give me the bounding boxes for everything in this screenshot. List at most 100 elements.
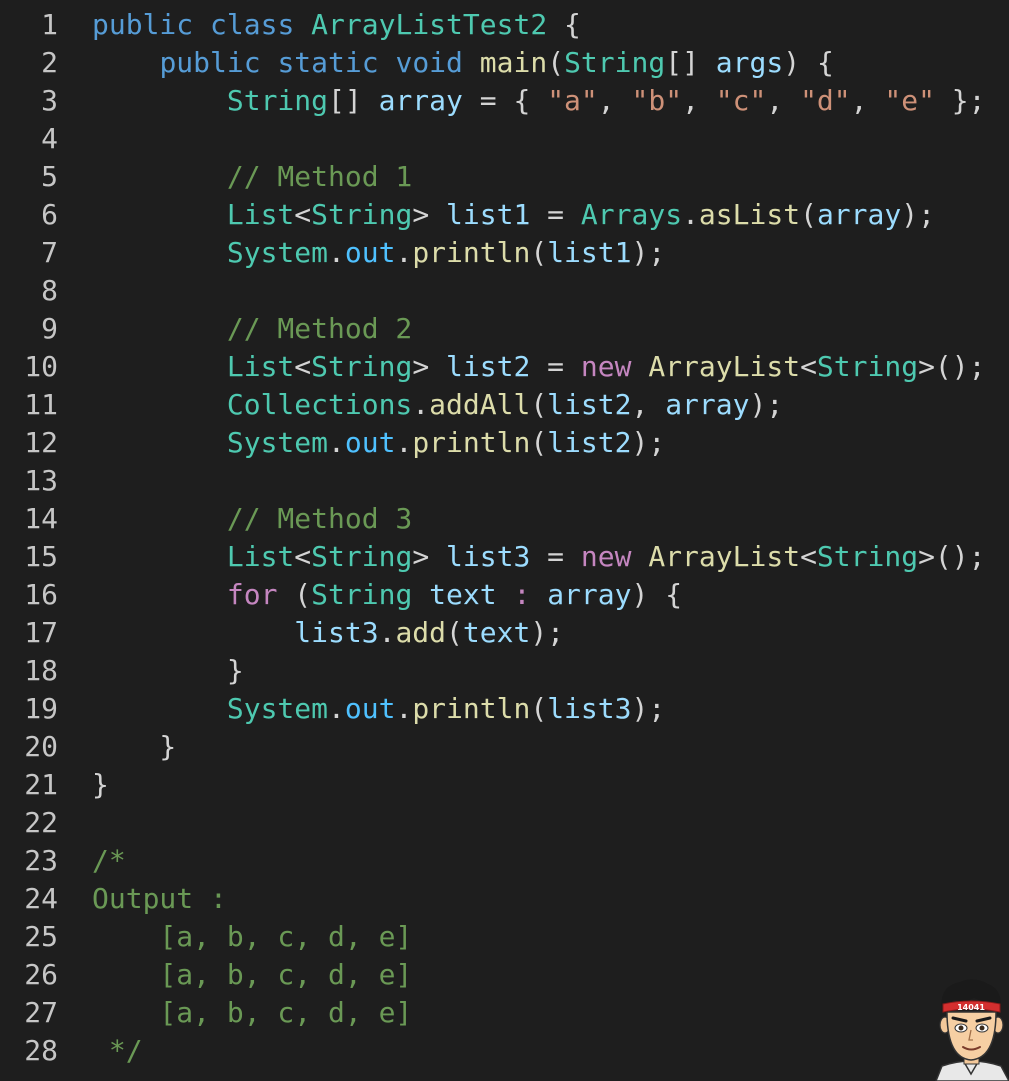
code-token: String <box>311 198 413 231</box>
line-number: 21 <box>24 768 58 801</box>
code-token: out <box>344 692 396 725</box>
code-token: ( <box>277 578 312 611</box>
line-text: System.out.println(list3); <box>92 690 665 728</box>
code-token: out <box>344 426 396 459</box>
code-token: < <box>800 350 817 383</box>
line-text: Collections.addAll(list2, array); <box>92 386 783 424</box>
code-token: System <box>226 426 329 459</box>
code-token: void <box>395 46 463 79</box>
line-text: */ <box>92 1032 143 1070</box>
code-token: ) { <box>631 578 683 611</box>
code-token: // Method 2 <box>226 312 413 345</box>
code-token: asList <box>698 198 801 231</box>
code-token: public <box>92 8 194 41</box>
code-token: // Method 3 <box>226 502 413 535</box>
code-token: list1 <box>547 236 632 269</box>
code-token: { <box>547 8 581 41</box>
line-number: 25 <box>24 920 58 953</box>
code-editor[interactable]: 1 public class ArrayListTest2 {2 public s… <box>0 0 1009 1081</box>
line-number: 3 <box>41 84 58 117</box>
code-token: } <box>92 654 244 687</box>
code-token: >(); <box>918 350 986 383</box>
code-token: . <box>328 426 345 459</box>
code-token: */ <box>92 1034 143 1067</box>
code-token: , <box>682 84 716 117</box>
code-token: String <box>816 350 919 383</box>
line-number: 13 <box>24 464 58 497</box>
code-token: ); <box>631 426 666 459</box>
line-number: 8 <box>41 274 58 307</box>
code-token: args <box>715 46 784 79</box>
code-token: ( <box>547 46 565 79</box>
line-number: 28 <box>24 1034 58 1067</box>
code-token: List <box>226 540 295 573</box>
code-token: >(); <box>918 540 986 573</box>
code-token: String <box>226 84 329 117</box>
code-token: > <box>412 198 447 231</box>
code-token: new <box>580 350 632 383</box>
line-text: [a, b, c, d, e] <box>92 994 412 1032</box>
line-number: 18 <box>24 654 58 687</box>
code-token: } <box>92 768 109 801</box>
code-token: public <box>159 46 261 79</box>
code-token: ArrayList <box>648 540 801 573</box>
line-text: System.out.println(list2); <box>92 424 665 462</box>
line-text: } <box>92 728 176 766</box>
code-token: addAll <box>429 388 531 421</box>
line-text: List<String> list1 = Arrays.asList(array… <box>92 196 935 234</box>
code-token: : <box>513 578 531 611</box>
code-token: array <box>378 84 463 117</box>
code-token: static <box>277 46 379 79</box>
code-token: ); <box>631 692 666 725</box>
line-text: String[] array = { "a", "b", "c", "d", "… <box>92 82 986 120</box>
code-token: ) { <box>783 46 834 79</box>
line-number: 27 <box>24 996 58 1029</box>
line-number: 17 <box>24 616 58 649</box>
code-token: list2 <box>547 426 632 459</box>
line-number: 16 <box>24 578 58 611</box>
line-text: /* <box>92 842 126 880</box>
line-text: List<String> list2 = new ArrayList<Strin… <box>92 348 986 386</box>
code-token: list2 <box>547 388 632 421</box>
code-token: List <box>226 198 295 231</box>
line-number: 5 <box>41 160 58 193</box>
code-token: ( <box>530 236 548 269</box>
code-token: , <box>597 84 632 117</box>
code-token: [a, b, c, d, e] <box>92 920 413 953</box>
code-token: System <box>226 236 329 269</box>
code-token: String <box>311 578 413 611</box>
avatar-badge-text: 14041 <box>957 1003 985 1012</box>
line-number: 24 <box>24 882 58 915</box>
code-token: [] <box>328 84 379 117</box>
code-token: < <box>294 198 312 231</box>
code-token: /* <box>92 844 126 877</box>
code-token: for <box>226 578 278 611</box>
code-token: list3 <box>547 692 632 725</box>
line-text: System.out.println(list1); <box>92 234 665 272</box>
code-token: main <box>479 46 548 79</box>
line-number: 11 <box>24 388 58 421</box>
code-token: . <box>328 692 345 725</box>
code-token: "a" <box>547 84 598 117</box>
code-token: String <box>564 46 666 79</box>
code-token: println <box>412 426 531 459</box>
code-token: array <box>547 578 632 611</box>
avatar: 14041 <box>934 978 1009 1081</box>
code-token: ( <box>530 388 548 421</box>
line-text: public static void main(String[] args) { <box>92 44 834 82</box>
code-token: List <box>226 350 295 383</box>
code-token: println <box>412 692 531 725</box>
code-token: [a, b, c, d, e] <box>92 958 413 991</box>
code-token: . <box>378 616 396 649</box>
line-text: [a, b, c, d, e] <box>92 956 412 994</box>
code-token: [] <box>665 46 716 79</box>
line-number: 22 <box>24 806 58 839</box>
